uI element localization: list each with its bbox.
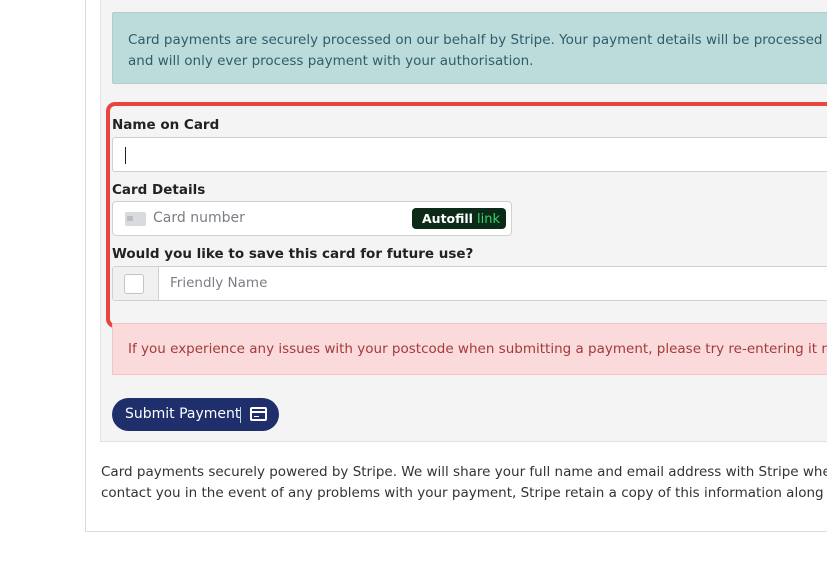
postcode-warning-alert: If you experience any issues with your p… [112, 323, 827, 375]
stripe-footer-text: Card payments securely powered by Stripe… [101, 462, 827, 504]
info-alert-line-1: Card payments are securely processed on … [128, 32, 827, 48]
footer-line-2: contact you in the event of any problems… [101, 485, 827, 501]
submit-divider [240, 407, 241, 423]
info-alert-line-2: and will only ever process payment with … [128, 53, 534, 69]
stripe-info-alert: Card payments are securely processed on … [112, 12, 827, 84]
submit-payment-button[interactable]: Submit Payment [112, 398, 279, 431]
credit-card-icon [250, 407, 267, 421]
highlight-annotation-box [106, 102, 827, 328]
submit-payment-label: Submit Payment [125, 406, 241, 422]
footer-line-1: Card payments securely powered by Stripe… [101, 464, 827, 480]
